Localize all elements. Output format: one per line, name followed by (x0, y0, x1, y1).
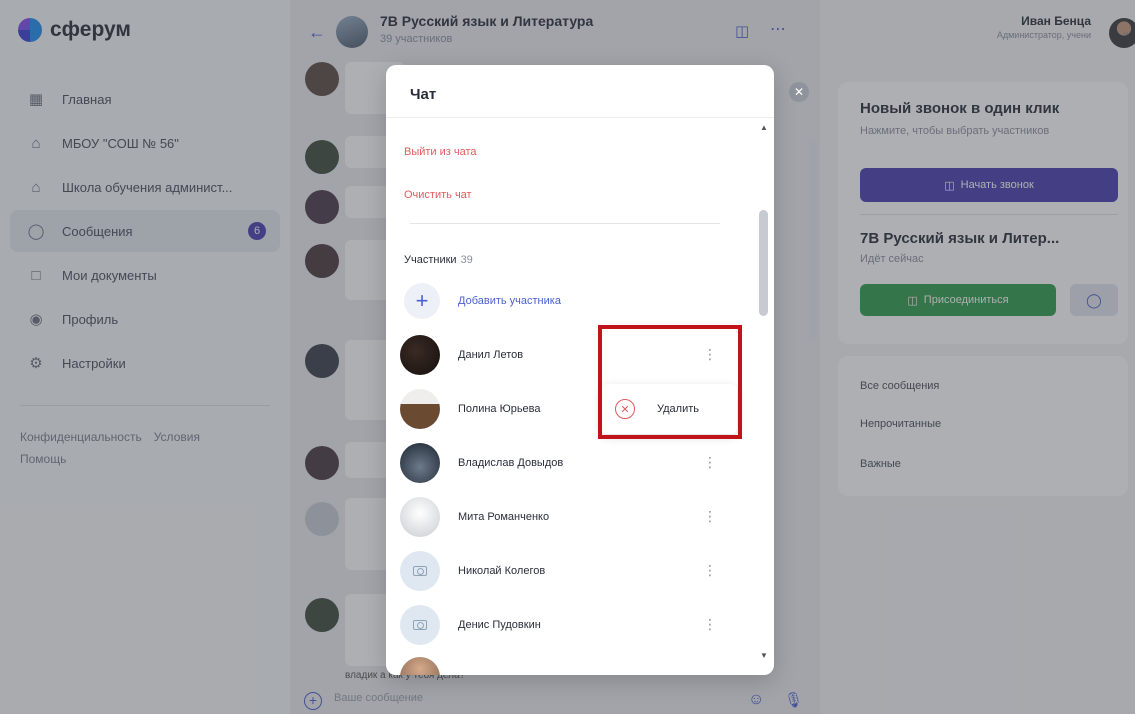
modal-scrollbar-track[interactable] (754, 123, 768, 663)
member-avatar (400, 551, 440, 591)
member-row[interactable]: Николай Колегов ⋮ (400, 551, 730, 591)
member-name: Данил Летов (458, 349, 524, 361)
member-avatar (400, 335, 440, 375)
member-row[interactable]: Владислав Довыдов ⋮ (400, 443, 730, 483)
clear-chat-link[interactable]: Очистить чат (404, 189, 472, 201)
member-row[interactable]: Денис Пудовкин ⋮ (400, 605, 730, 645)
add-member-button[interactable]: + Добавить участника (404, 283, 561, 319)
camera-placeholder-icon (413, 566, 427, 576)
member-avatar (400, 497, 440, 537)
add-member-label: Добавить участника (458, 295, 561, 307)
member-avatar (400, 605, 440, 645)
plus-icon: + (404, 283, 440, 319)
modal-divider (410, 223, 720, 224)
member-name: Владислав Довыдов (458, 457, 564, 469)
member-row[interactable]: Мита Романченко ⋮ (400, 497, 730, 537)
scroll-down-icon[interactable]: ▼ (760, 651, 768, 660)
leave-chat-link[interactable]: Выйти из чата (404, 146, 477, 158)
member-name: Мита Романченко (458, 511, 550, 523)
chat-scrollbar[interactable] (809, 140, 817, 340)
members-label: Участники (404, 254, 457, 266)
modal-title: Чат (410, 86, 437, 103)
modal-scrollbar-thumb[interactable] (759, 210, 768, 316)
highlight-annotation-box (598, 325, 742, 439)
modal-header-divider (386, 117, 774, 118)
member-row[interactable] (400, 657, 730, 675)
member-avatar (400, 389, 440, 429)
scroll-up-icon[interactable]: ▲ (760, 123, 768, 132)
members-heading: Участники 39 (404, 254, 473, 266)
member-avatar (400, 443, 440, 483)
kebab-menu-icon[interactable]: ⋮ (703, 616, 717, 633)
camera-placeholder-icon (413, 620, 427, 630)
close-icon[interactable]: ✕ (789, 82, 809, 102)
member-name: Николай Колегов (458, 565, 546, 577)
kebab-menu-icon[interactable]: ⋮ (703, 562, 717, 579)
member-name: Денис Пудовкин (458, 619, 541, 631)
members-count: 39 (460, 254, 473, 266)
member-name: Полина Юрьева (458, 403, 541, 415)
member-avatar (400, 657, 440, 675)
kebab-menu-icon[interactable]: ⋮ (703, 454, 717, 471)
kebab-menu-icon[interactable]: ⋮ (703, 508, 717, 525)
